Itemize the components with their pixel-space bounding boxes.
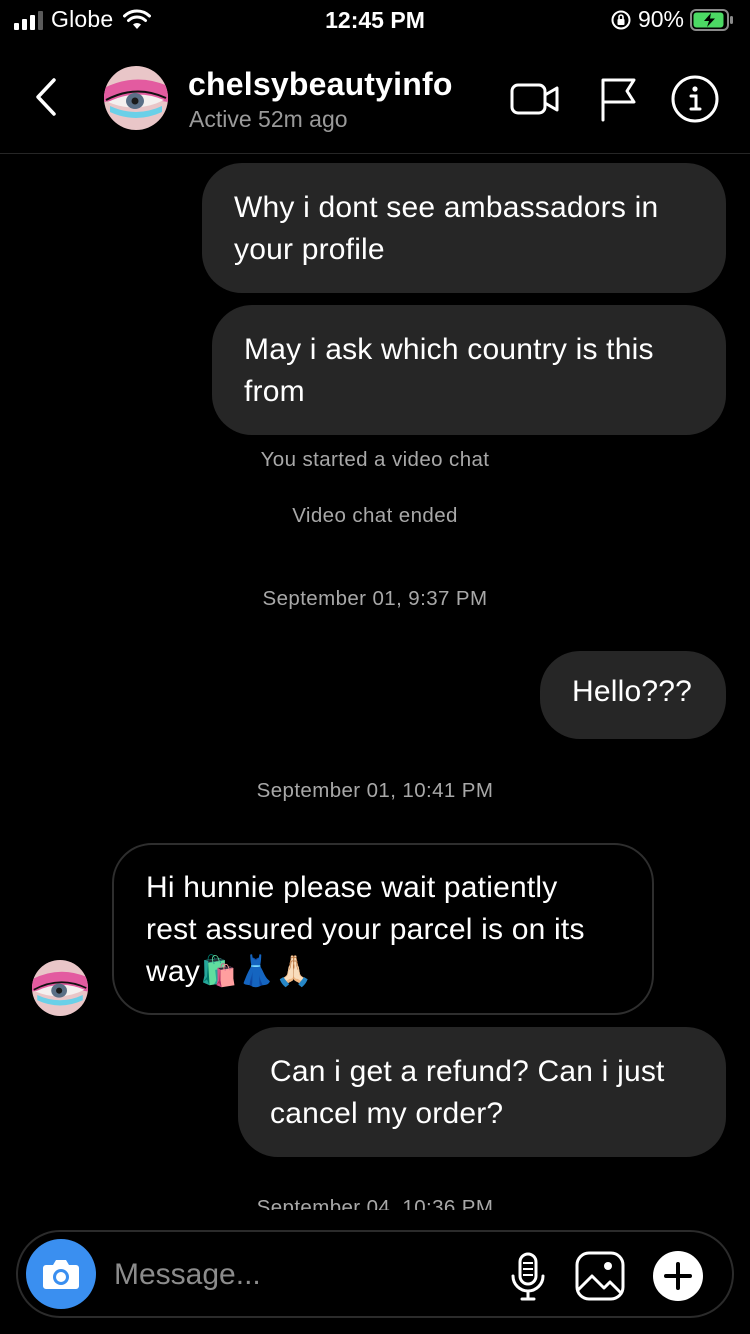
contact-username[interactable]: chelsybeautyinfo <box>188 66 453 103</box>
message-bubble-outgoing[interactable]: Hello??? <box>540 651 726 739</box>
avatar-eye-image <box>104 66 168 130</box>
chat-header: chelsybeautyinfo Active 52m ago <box>0 44 750 154</box>
message-text: rest assured your parcel is on its <box>146 913 585 946</box>
video-chat-ended-event: Video chat ended <box>292 504 458 527</box>
microphone-icon[interactable] <box>502 1250 554 1302</box>
video-chat-started-event: You started a video chat <box>260 448 490 471</box>
active-status: Active 52m ago <box>189 106 348 132</box>
message-text: Can i get a refund? Can i just <box>270 1055 665 1088</box>
avatar-eye-image <box>32 960 88 1016</box>
video-camera-icon[interactable] <box>510 74 560 124</box>
timestamp-divider: September 01, 10:41 PM <box>256 779 494 802</box>
message-text: cancel my order? <box>270 1097 504 1130</box>
message-bubble-outgoing[interactable]: Can i get a refund? Can i just cancel my… <box>238 1027 726 1157</box>
flag-icon[interactable] <box>594 74 644 124</box>
message-composer <box>16 1230 734 1318</box>
message-text: way🛍️👗🙏🏻 <box>146 955 313 988</box>
image-icon[interactable] <box>574 1250 626 1302</box>
timestamp-divider: September 01, 9:37 PM <box>262 587 488 610</box>
info-icon[interactable] <box>670 74 720 124</box>
message-text: Hi hunnie please wait patiently <box>146 871 558 904</box>
message-text: Hello??? <box>572 675 693 708</box>
camera-button[interactable] <box>26 1239 96 1309</box>
message-input[interactable] <box>114 1250 494 1300</box>
orientation-lock-icon <box>611 10 631 29</box>
message-text: your profile <box>234 233 385 266</box>
message-text: Why i dont see ambassadors in <box>234 191 659 224</box>
message-bubble-outgoing[interactable]: Why i dont see ambassadors in your profi… <box>202 163 726 293</box>
chevron-left-icon[interactable] <box>28 72 68 122</box>
status-bar: Globe 12:45 PM 90% <box>0 0 750 42</box>
sender-avatar[interactable] <box>32 960 88 1016</box>
plus-icon[interactable] <box>652 1250 704 1302</box>
avatar[interactable] <box>104 66 168 130</box>
battery-percent: 90% <box>637 6 684 32</box>
battery-charging-icon <box>690 8 733 31</box>
message-text: from <box>244 375 305 408</box>
message-bubble-outgoing[interactable]: May i ask which country is this from <box>212 305 726 435</box>
message-bubble-incoming[interactable]: Hi hunnie please wait patiently rest ass… <box>112 843 654 1015</box>
camera-icon <box>43 1260 79 1289</box>
message-text: May i ask which country is this <box>244 333 654 366</box>
